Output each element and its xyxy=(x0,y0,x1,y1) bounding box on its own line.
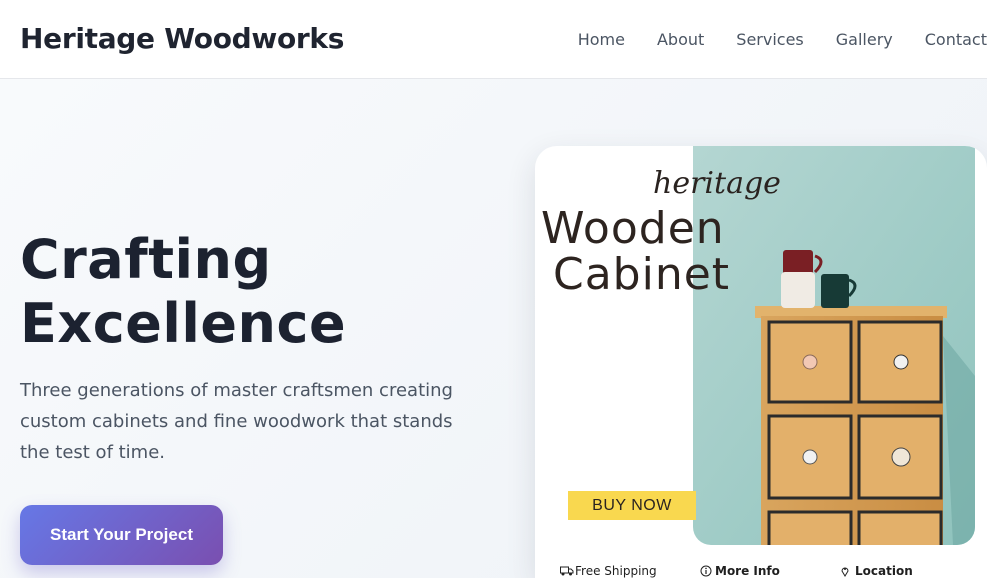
promo-card[interactable]: heritage Wooden Cabinet BUY NOW Free Shi… xyxy=(535,146,987,578)
script-heritage: heritage xyxy=(653,166,781,201)
start-project-button[interactable]: Start Your Project xyxy=(20,505,223,565)
nav-about[interactable]: About xyxy=(657,30,704,50)
cabinet-illustration xyxy=(693,146,975,545)
site-header: Heritage Woodworks Home About Services G… xyxy=(0,0,987,79)
hero-title-line1: Crafting xyxy=(20,228,272,291)
promo-info-row: Free Shipping More Info Location xyxy=(560,564,980,578)
nav-home[interactable]: Home xyxy=(578,30,625,50)
more-info-label: More Info xyxy=(715,564,780,578)
hero-title: Crafting Excellence xyxy=(20,228,480,356)
promo-title-line1: Wooden xyxy=(541,203,725,254)
free-shipping-item[interactable]: Free Shipping xyxy=(560,564,657,578)
location-pin-icon xyxy=(840,565,852,577)
main-nav: Home About Services Gallery Contact xyxy=(546,30,987,50)
promo-title-line2: Cabinet xyxy=(553,249,731,300)
nav-contact[interactable]: Contact xyxy=(925,30,987,50)
free-shipping-label: Free Shipping xyxy=(575,564,657,578)
truck-icon xyxy=(560,565,574,577)
info-icon xyxy=(700,565,712,577)
nav-gallery[interactable]: Gallery xyxy=(836,30,893,50)
cabinet-photo xyxy=(693,146,975,545)
hero-subtitle: Three generations of master craftsmen cr… xyxy=(20,380,453,463)
nav-services[interactable]: Services xyxy=(736,30,803,50)
hero-title-line2: Excellence xyxy=(20,292,347,355)
location-label: Location xyxy=(855,564,913,578)
location-item[interactable]: Location xyxy=(840,564,913,578)
more-info-item[interactable]: More Info xyxy=(700,564,780,578)
brand-logo[interactable]: Heritage Woodworks xyxy=(20,22,344,55)
buy-now-button[interactable]: BUY NOW xyxy=(568,491,696,520)
